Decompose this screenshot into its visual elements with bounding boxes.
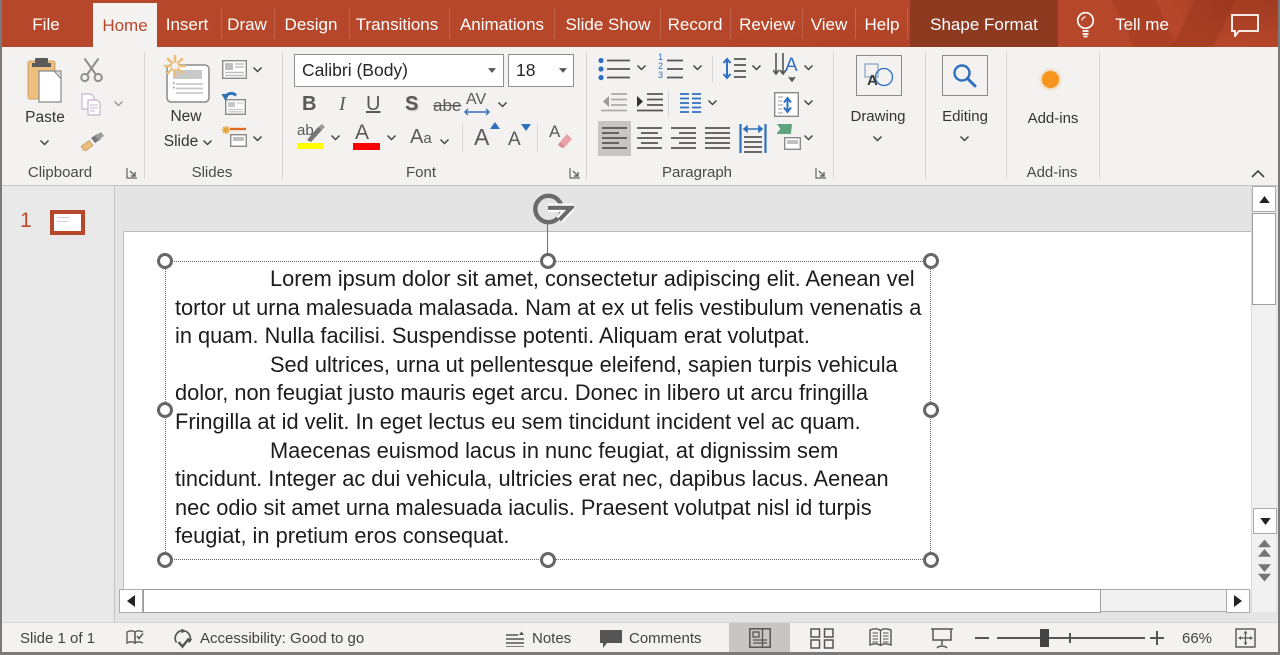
svg-text:A: A <box>785 55 798 76</box>
svg-text:A: A <box>867 72 878 88</box>
